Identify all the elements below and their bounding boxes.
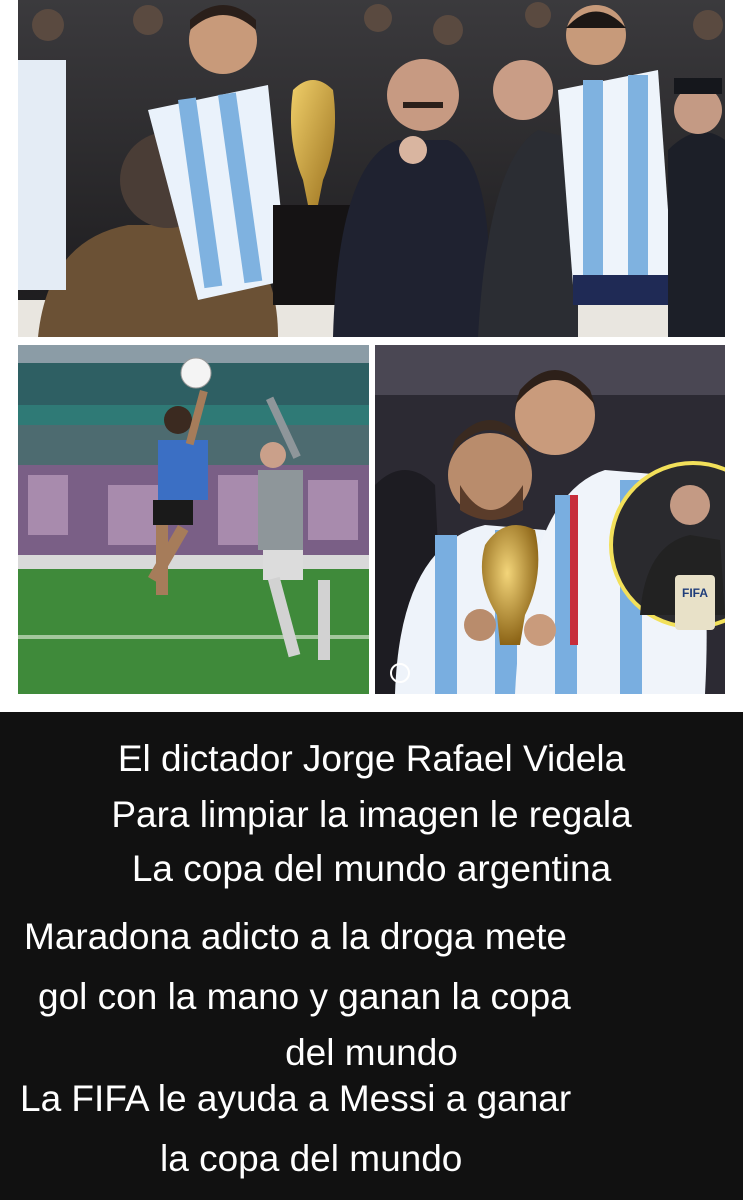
caption-line-8: la copa del mundo xyxy=(160,1138,463,1179)
photo-1986-hand-of-god-goal xyxy=(18,345,369,694)
caption-line-6: del mundo xyxy=(285,1032,458,1073)
photo-1978-trophy-ceremony xyxy=(18,0,725,337)
caption-line-5: gol con la mano y ganan la copa xyxy=(38,976,571,1017)
caption-panel: El dictador Jorge Rafael Videla Para lim… xyxy=(0,712,743,1200)
caption-line-7: La FIFA le ayuda a Messi a ganar xyxy=(20,1078,572,1119)
caption-line-1: El dictador Jorge Rafael Videla xyxy=(117,738,626,779)
photo-2022-messi-di-maria-trophy: FIFA xyxy=(375,345,725,694)
caption-line-3: La copa del mundo argentina xyxy=(131,848,612,889)
caption-line-2: Para limpiar la imagen le regala xyxy=(111,794,632,835)
caption-line-4: Maradona adicto a la droga mete xyxy=(24,916,568,957)
inset-badge-text: FIFA xyxy=(682,586,708,600)
